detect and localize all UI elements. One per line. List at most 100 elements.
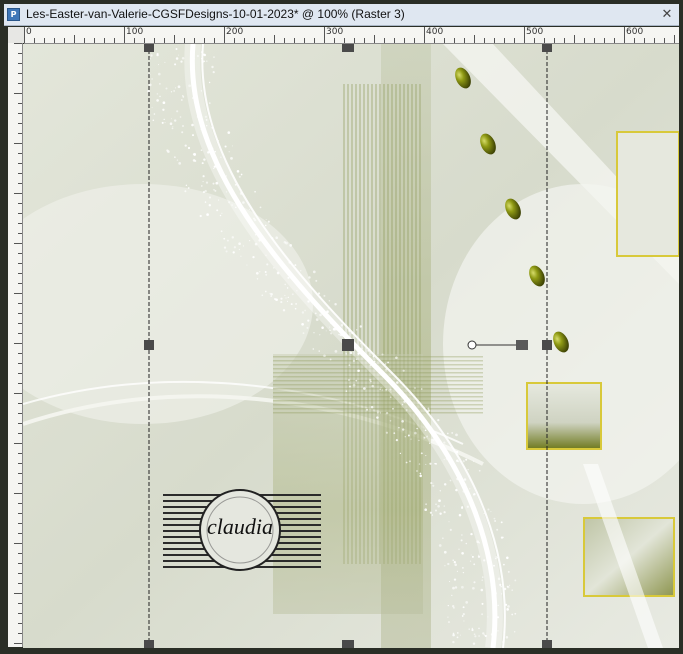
ruler-tick bbox=[18, 463, 22, 464]
sparkle-dot bbox=[473, 581, 476, 584]
sparkle-dot bbox=[414, 387, 416, 389]
sparkle-dot bbox=[181, 56, 185, 60]
handle-mid-right[interactable] bbox=[542, 340, 552, 350]
sparkle-dot bbox=[434, 462, 436, 465]
vertical-ruler[interactable] bbox=[8, 43, 23, 647]
ruler-tick bbox=[564, 38, 565, 43]
sparkle-dot bbox=[280, 297, 283, 300]
sparkle-dot bbox=[239, 192, 243, 195]
sparkle-dot bbox=[418, 417, 421, 420]
sparkle-dot bbox=[491, 566, 494, 569]
sparkle-dot bbox=[431, 514, 434, 516]
ruler-tick bbox=[154, 38, 155, 43]
handle-top-center[interactable] bbox=[342, 44, 354, 52]
sparkle-dot bbox=[419, 472, 422, 475]
handle-center[interactable] bbox=[342, 339, 354, 351]
sparkle-dot bbox=[461, 483, 464, 486]
sparkle-dot bbox=[471, 628, 474, 632]
sparkle-dot bbox=[323, 294, 326, 297]
handle-bottom-center[interactable] bbox=[342, 640, 354, 648]
sparkle-dot bbox=[457, 632, 459, 634]
sparkle-dot bbox=[156, 93, 159, 95]
ruler-tick bbox=[18, 553, 22, 554]
ruler-label: 500 bbox=[526, 27, 544, 37]
ruler-tick bbox=[624, 27, 625, 43]
sparkle-dot bbox=[511, 613, 514, 616]
sparkle-dot bbox=[361, 347, 363, 349]
ruler-tick bbox=[284, 38, 285, 43]
sparkle-dot bbox=[194, 160, 197, 162]
sparkle-dot bbox=[299, 270, 302, 272]
sparkle-dot bbox=[461, 615, 464, 617]
handle-bottom-left[interactable] bbox=[144, 640, 154, 648]
sparkle-dot bbox=[425, 503, 428, 506]
image-canvas[interactable]: claudia bbox=[23, 44, 679, 648]
sparkle-dot bbox=[301, 311, 305, 314]
ruler-label: 200 bbox=[226, 27, 244, 37]
sparkle-dot bbox=[202, 53, 206, 56]
sparkle-dot bbox=[192, 153, 195, 156]
sparkle-dot bbox=[447, 616, 449, 618]
sparkle-dot bbox=[290, 303, 293, 306]
sparkle-dot bbox=[363, 387, 366, 390]
handle-mid-left[interactable] bbox=[144, 340, 154, 350]
sparkle-dot bbox=[240, 255, 242, 257]
sparkle-dot bbox=[439, 490, 441, 492]
sparkle-dot bbox=[430, 482, 433, 484]
ruler-tick bbox=[434, 38, 435, 43]
sparkle-dot bbox=[452, 640, 455, 644]
sparkle-dot bbox=[462, 606, 465, 609]
sparkle-dot bbox=[287, 276, 290, 279]
sparkle-dot bbox=[476, 540, 479, 543]
sparkle-dot bbox=[455, 433, 458, 437]
sparkle-dot bbox=[172, 126, 174, 128]
sparkle-dot bbox=[264, 224, 267, 227]
sparkle-dot bbox=[202, 191, 205, 194]
rotation-handle[interactable] bbox=[516, 340, 528, 350]
handle-top-left[interactable] bbox=[144, 44, 154, 52]
sparkle-dot bbox=[424, 508, 428, 512]
sparkle-dot bbox=[473, 633, 476, 636]
sparkle-dot bbox=[465, 601, 469, 604]
sparkle-dot bbox=[166, 149, 169, 152]
sparkle-dot bbox=[379, 412, 381, 414]
handle-bottom-right[interactable] bbox=[542, 640, 552, 648]
ruler-tick bbox=[654, 38, 655, 43]
sparkle-dot bbox=[482, 576, 484, 578]
sparkle-dot bbox=[462, 567, 464, 569]
ruler-tick bbox=[174, 35, 175, 43]
sparkle-dot bbox=[400, 381, 402, 383]
ruler-tick bbox=[494, 38, 495, 43]
sparkle-dot bbox=[334, 303, 337, 306]
sparkle-dot bbox=[212, 71, 215, 74]
rotation-pivot[interactable] bbox=[467, 340, 477, 350]
sparkle-dot bbox=[159, 83, 161, 85]
handle-top-right[interactable] bbox=[542, 44, 552, 52]
sparkle-dot bbox=[273, 267, 275, 269]
sparkle-dot bbox=[471, 627, 473, 630]
close-icon[interactable]: ✕ bbox=[659, 7, 675, 22]
sparkle-dot bbox=[481, 602, 484, 605]
sparkle-dot bbox=[453, 561, 456, 564]
sparkle-dot bbox=[472, 493, 475, 496]
sparkle-dot bbox=[447, 604, 449, 607]
sparkle-dot bbox=[500, 586, 502, 588]
sparkle-dot bbox=[413, 410, 415, 412]
sparkle-dot bbox=[460, 506, 464, 510]
sparkle-dot bbox=[242, 245, 244, 247]
sparkle-dot bbox=[501, 593, 503, 595]
sparkle-dot bbox=[496, 528, 499, 531]
sparkle-dot bbox=[399, 452, 402, 455]
ruler-tick bbox=[14, 493, 22, 494]
sparkle-dot bbox=[472, 642, 476, 645]
sparkle-dot bbox=[192, 134, 194, 137]
sparkle-dot bbox=[330, 332, 333, 335]
sparkle-dot bbox=[225, 250, 228, 253]
sparkle-dot bbox=[448, 521, 450, 523]
ruler-tick bbox=[18, 603, 22, 604]
sparkle-dot bbox=[188, 84, 191, 88]
sparkle-dot bbox=[201, 185, 203, 187]
ruler-tick bbox=[514, 38, 515, 43]
horizontal-ruler[interactable]: 0 100 200 300 400 500 600 bbox=[24, 27, 679, 44]
window-titlebar[interactable]: P Les-Easter-van-Valerie-CGSFDesigns-10-… bbox=[4, 4, 679, 26]
